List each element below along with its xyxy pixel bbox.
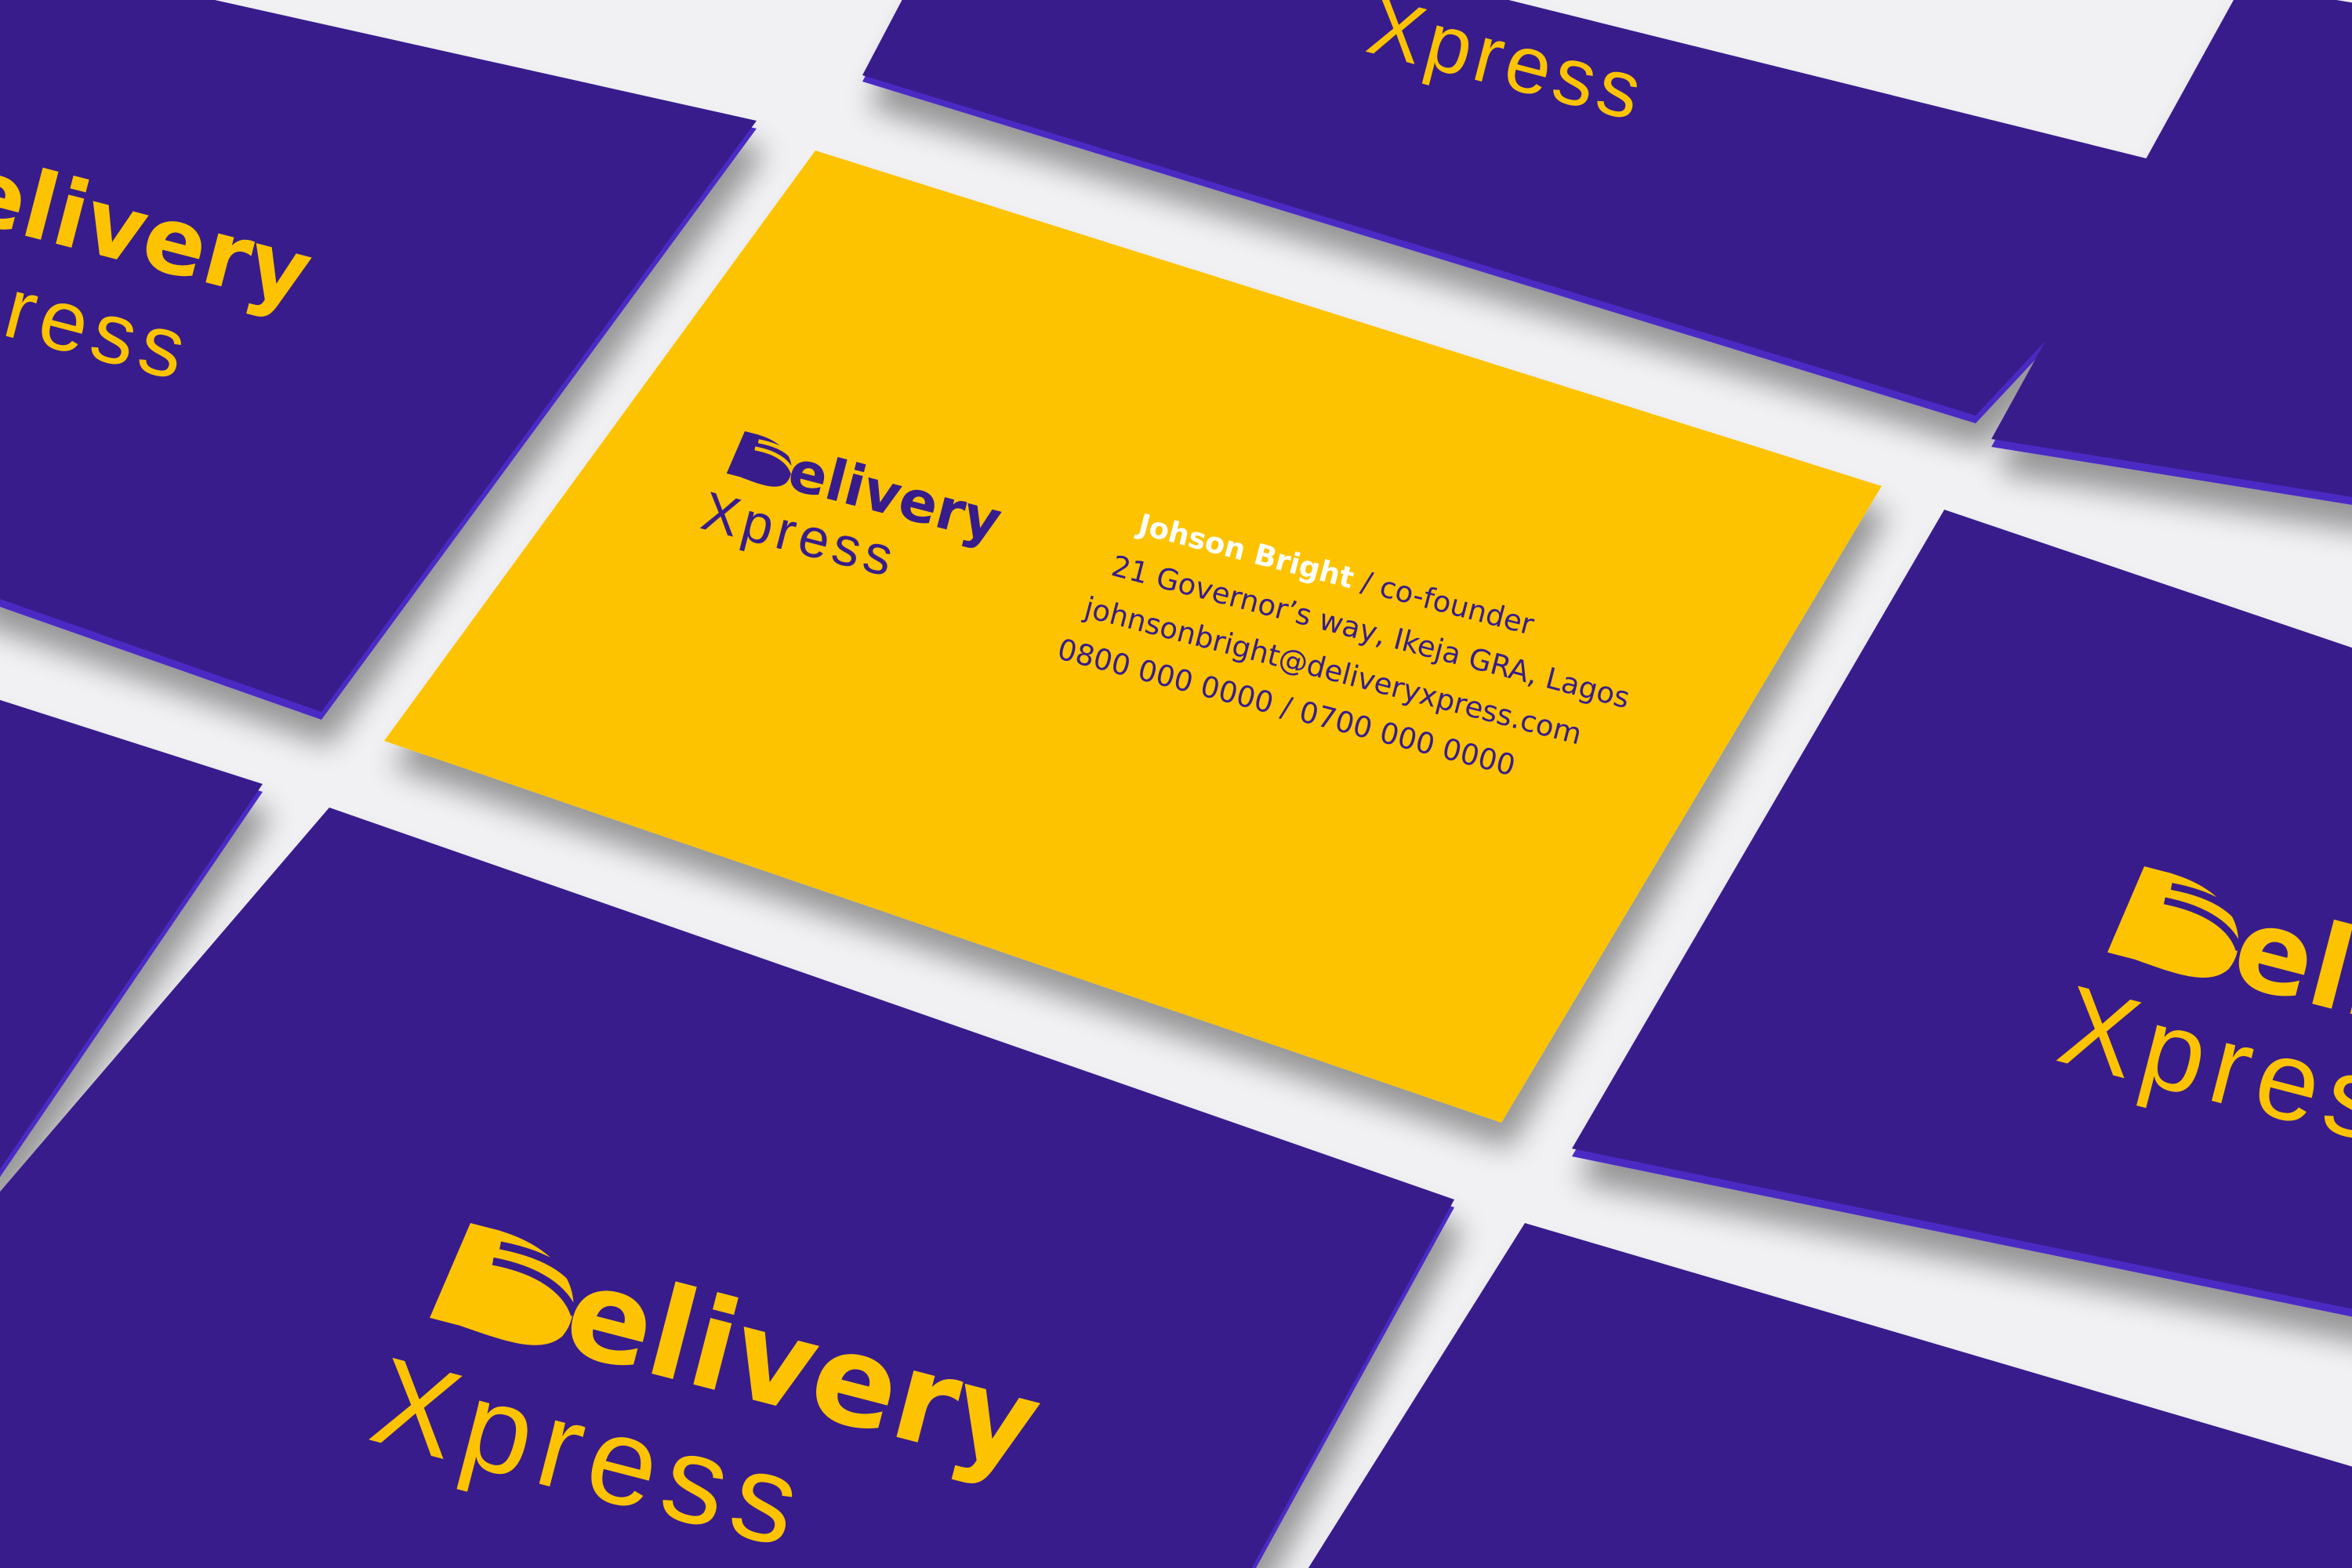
mockup-canvas: Xpress elivery Xpress elivery Xpress eli… [0, 0, 2352, 1568]
business-card-mockup: Xpress elivery Xpress elivery Xpress eli… [0, 0, 2352, 1568]
